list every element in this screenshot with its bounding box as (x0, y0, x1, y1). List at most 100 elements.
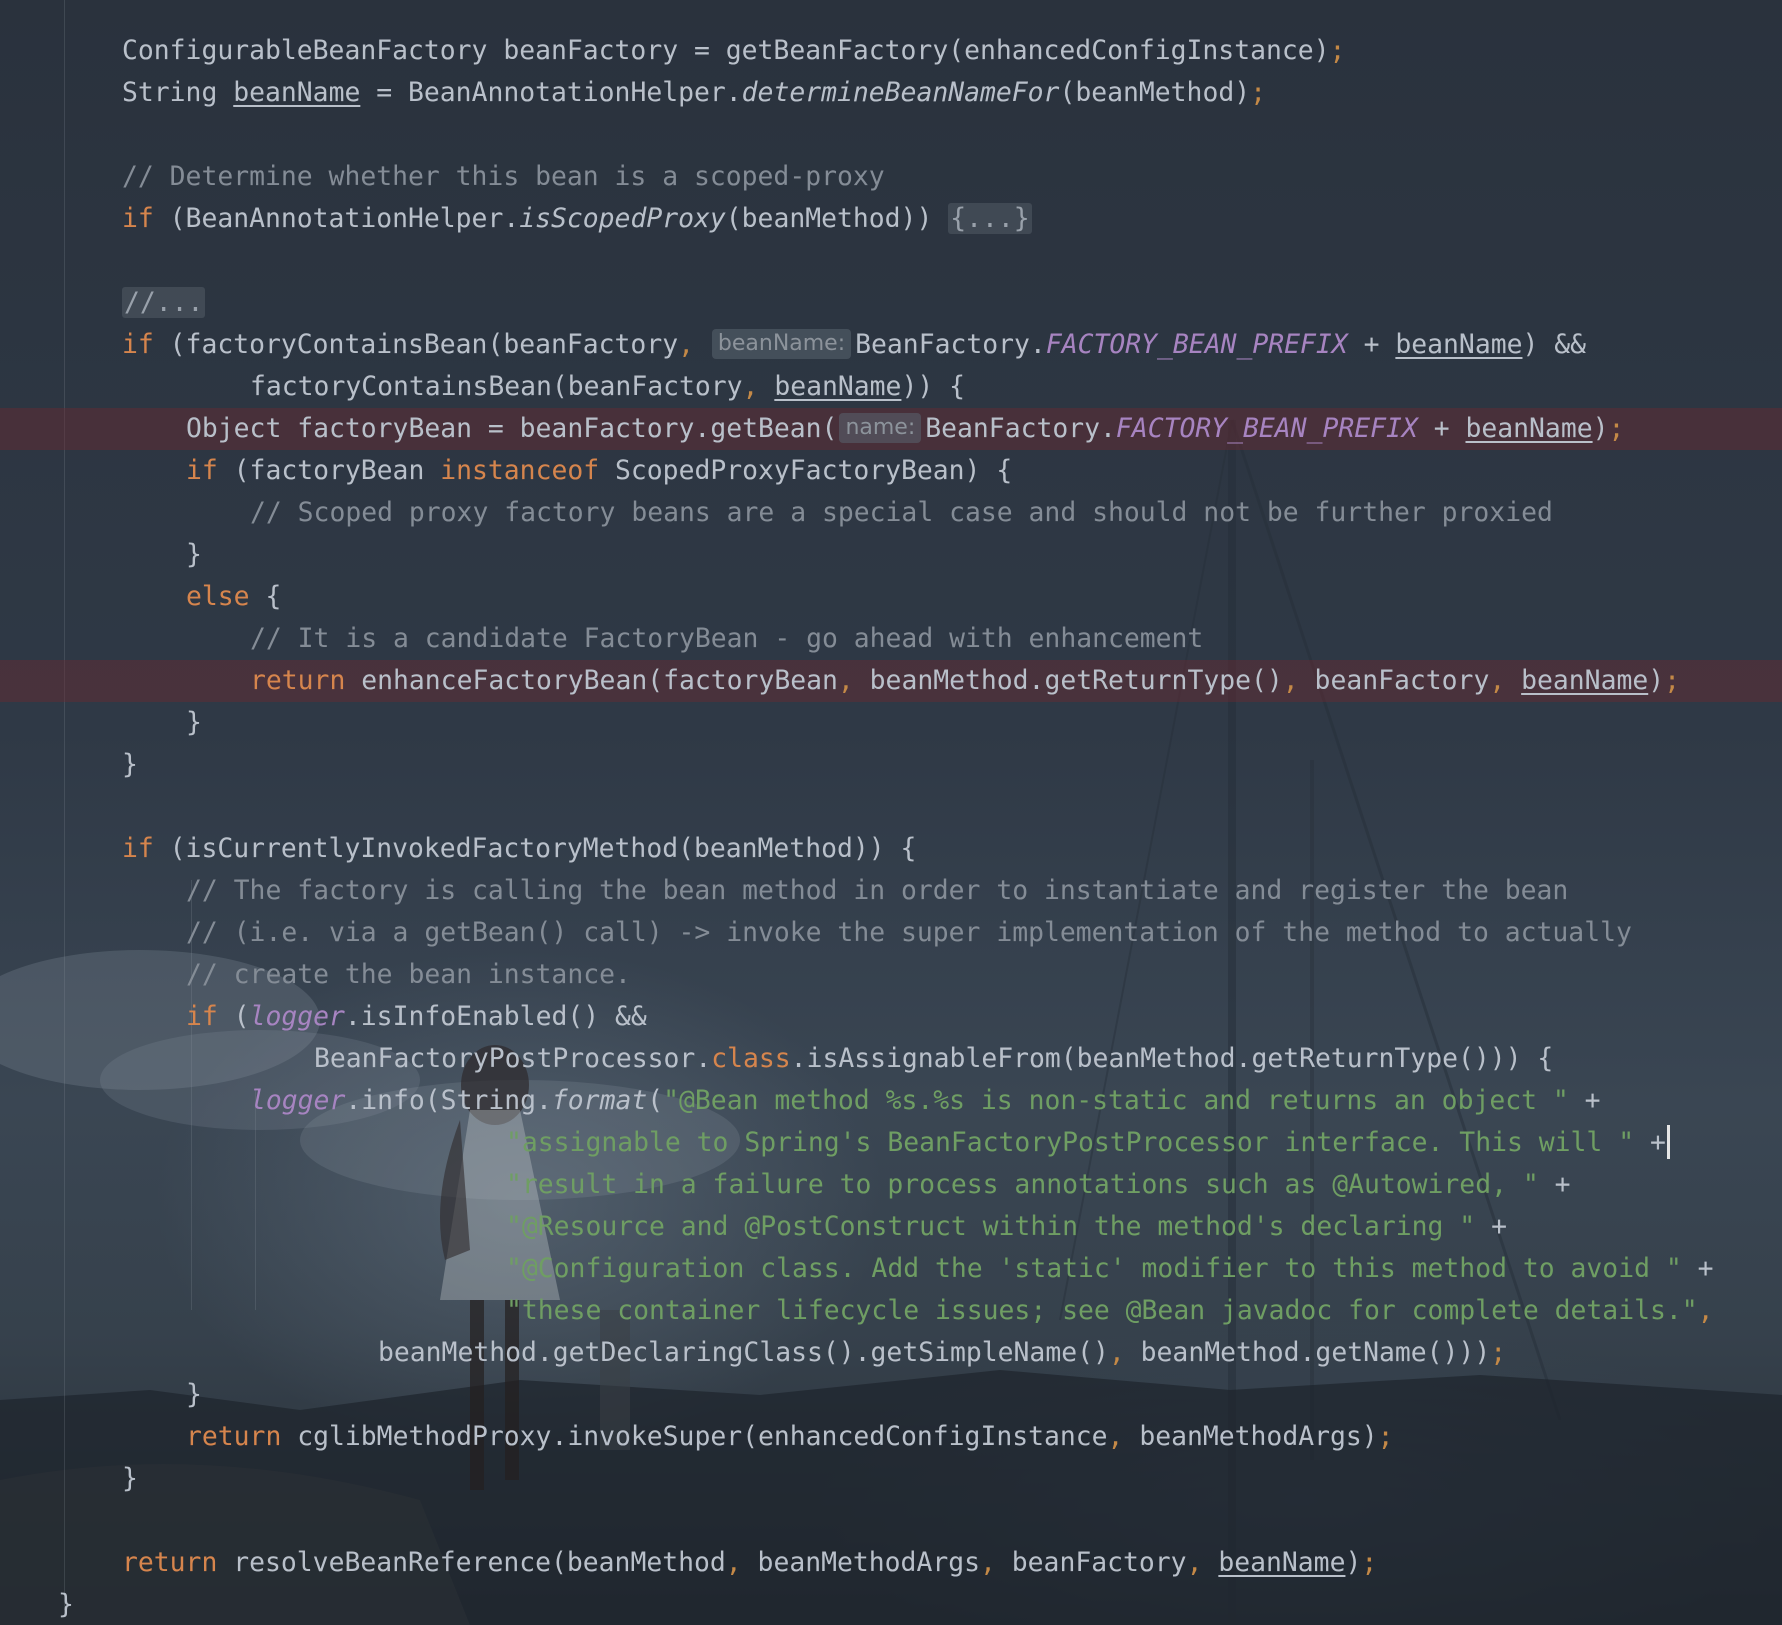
code-line[interactable]: } (186, 702, 202, 744)
indent-guide (64, 0, 65, 1610)
code-token: beanName (1521, 665, 1649, 696)
code-line[interactable]: BeanFactoryPostProcessor.class.isAssigna… (314, 1038, 1553, 1080)
code-token: ; (1490, 1337, 1507, 1368)
code-line[interactable]: if (factoryContainsBean(beanFactory, bea… (122, 324, 1586, 366)
folded-code-region[interactable]: //... (122, 287, 206, 318)
code-line[interactable]: String beanName = BeanAnnotationHelper.d… (122, 72, 1266, 114)
code-token: if (186, 1001, 218, 1032)
code-token: else (186, 581, 250, 612)
code-line[interactable]: logger.info(String.format("@Bean method … (250, 1080, 1601, 1122)
code-token: (factoryBean (217, 455, 441, 486)
code-token: , (1489, 665, 1506, 696)
code-token: beanMethodArgs) (1123, 1421, 1378, 1452)
code-token: ( (217, 1001, 250, 1032)
code-token: factoryContainsBean(beanFactory (250, 371, 743, 402)
code-line[interactable]: if (logger.isInfoEnabled() && (186, 996, 647, 1038)
code-token: } (122, 749, 138, 780)
code-token: beanName (1218, 1547, 1346, 1578)
code-token: (beanMethod)) (725, 203, 949, 234)
code-line[interactable]: if (factoryBean instanceof ScopedProxyFa… (186, 450, 1012, 492)
code-token: beanMethodArgs (741, 1547, 980, 1578)
code-token: // It is a candidate FactoryBean - go ah… (250, 623, 1204, 654)
code-token: enhanceFactoryBean(factoryBean (345, 665, 838, 696)
code-line[interactable]: "@Configuration class. Add the 'static' … (506, 1248, 1714, 1290)
code-token: BeanFactory. (855, 329, 1046, 360)
code-line[interactable]: } (186, 1374, 202, 1416)
code-line[interactable]: // Determine whether this bean is a scop… (122, 156, 885, 198)
code-token: "@Configuration class. Add the 'static' … (506, 1253, 1682, 1284)
code-token: ) && (1522, 329, 1587, 360)
code-line[interactable]: return cglibMethodProxy.invokeSuper(enha… (186, 1416, 1394, 1458)
code-token: , (742, 371, 759, 402)
code-line[interactable]: "@Resource and @PostConstruct within the… (506, 1206, 1507, 1248)
code-token: // Determine whether this bean is a scop… (122, 161, 885, 192)
code-token: "result in a failure to process annotati… (506, 1169, 1539, 1200)
code-token: (BeanAnnotationHelper. (153, 203, 520, 234)
code-line[interactable]: // Scoped proxy factory beans are a spec… (250, 492, 1553, 534)
code-token: instanceof (440, 455, 600, 486)
code-line[interactable]: factoryContainsBean(beanFactory, beanNam… (250, 366, 965, 408)
code-token: if (186, 455, 218, 486)
code-token: ) (1648, 665, 1665, 696)
code-token: beanName (774, 371, 902, 402)
code-token: FACTORY_BEAN_PREFIX (1045, 329, 1348, 360)
code-token: format (551, 1085, 648, 1116)
code-line[interactable]: } (122, 1458, 138, 1500)
code-token: "@Resource and @PostConstruct within the… (506, 1211, 1476, 1242)
code-token: BeanFactory. (925, 413, 1116, 444)
code-line[interactable]: // create the bean instance. (186, 954, 631, 996)
code-token: , (1107, 1421, 1124, 1452)
code-line[interactable]: ConfigurableBeanFactory beanFactory = ge… (122, 30, 1345, 72)
code-line[interactable]: "these container lifecycle issues; see @… (506, 1290, 1714, 1332)
code-line[interactable]: beanMethod.getDeclaringClass().getSimple… (378, 1332, 1506, 1374)
code-token: Object factoryBean = beanFactory.getBean… (186, 413, 838, 444)
code-line[interactable]: //... (122, 282, 206, 324)
code-token: , (1697, 1295, 1714, 1326)
code-line[interactable]: } (186, 534, 202, 576)
folded-code-region[interactable]: {...} (948, 203, 1032, 234)
code-token: .isAssignableFrom(beanMethod.getReturnTy… (790, 1043, 1554, 1074)
code-token: , (1282, 665, 1299, 696)
code-line[interactable]: else { (186, 576, 281, 618)
code-token: if (122, 203, 154, 234)
code-token: + (1417, 413, 1466, 444)
code-line[interactable]: "result in a failure to process annotati… (506, 1164, 1571, 1206)
code-line[interactable]: return enhanceFactoryBean(factoryBean, b… (250, 660, 1680, 702)
code-token: .isInfoEnabled() && (344, 1001, 647, 1032)
indent-guide (255, 1090, 256, 1310)
code-line[interactable]: // (i.e. via a getBean() call) -> invoke… (186, 912, 1632, 954)
code-token: beanName (1465, 413, 1593, 444)
code-token: ; (1250, 77, 1267, 108)
code-token: cglibMethodProxy.invokeSuper(enhancedCon… (281, 1421, 1108, 1452)
code-token: beanName (1395, 329, 1523, 360)
code-line[interactable]: if (BeanAnnotationHelper.isScopedProxy(b… (122, 198, 1032, 240)
code-token: ; (1361, 1547, 1378, 1578)
code-token: + (1681, 1253, 1714, 1284)
code-line[interactable]: } (122, 744, 138, 786)
background-wallpaper (0, 419, 1782, 1625)
code-token: beanName (233, 77, 361, 108)
code-token: "these container lifecycle issues; see @… (506, 1295, 1698, 1326)
code-token: ; (1664, 665, 1681, 696)
code-line[interactable]: return resolveBeanReference(beanMethod, … (122, 1542, 1377, 1584)
code-token: FACTORY_BEAN_PREFIX (1115, 413, 1418, 444)
code-token: ; (1608, 413, 1625, 444)
code-token: + (1475, 1211, 1507, 1242)
code-token: } (186, 1379, 202, 1410)
code-line[interactable]: if (isCurrentlyInvokedFactoryMethod(bean… (122, 828, 916, 870)
code-line[interactable]: } (58, 1584, 74, 1625)
code-token: return (186, 1421, 282, 1452)
code-editor[interactable]: ConfigurableBeanFactory beanFactory = ge… (0, 0, 1782, 1625)
code-token: (isCurrentlyInvokedFactoryMethod(beanMet… (153, 833, 917, 864)
code-line[interactable]: Object factoryBean = beanFactory.getBean… (186, 408, 1624, 450)
code-token: // The factory is calling the bean metho… (186, 875, 1569, 906)
code-token: // (i.e. via a getBean() call) -> invoke… (186, 917, 1632, 948)
code-token: )) { (901, 371, 965, 402)
code-line[interactable]: "assignable to Spring's BeanFactoryPostP… (506, 1122, 1670, 1164)
code-line[interactable]: // It is a candidate FactoryBean - go ah… (250, 618, 1203, 660)
code-token: determineBeanNameFor (741, 77, 1060, 108)
code-token: // Scoped proxy factory beans are a spec… (250, 497, 1553, 528)
code-line[interactable]: // The factory is calling the bean metho… (186, 870, 1568, 912)
